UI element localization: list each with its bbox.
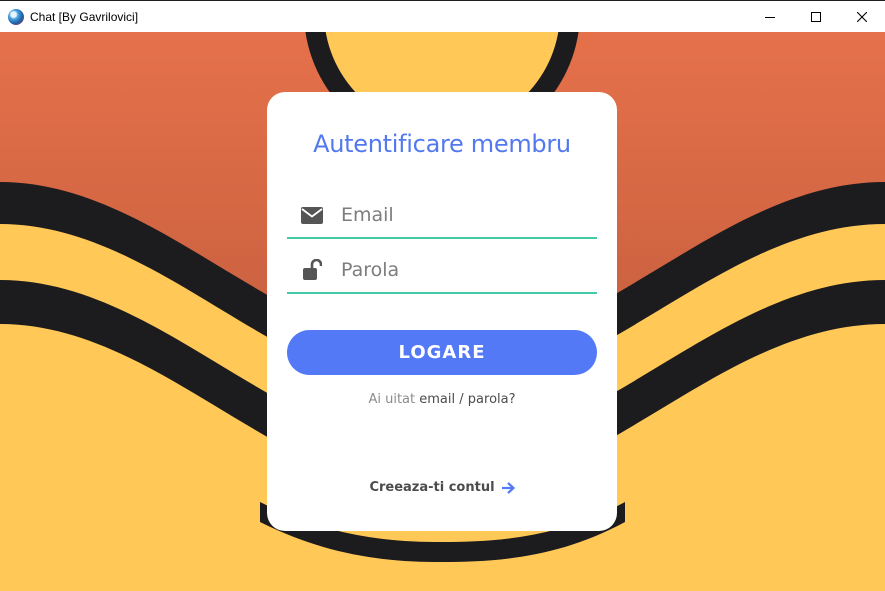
login-card: Autentificare membru LOGARE Ai uitat ema… bbox=[267, 92, 617, 531]
forgot-password-link[interactable]: parola? bbox=[468, 392, 516, 407]
login-button[interactable]: LOGARE bbox=[287, 330, 597, 375]
password-input[interactable] bbox=[341, 259, 581, 281]
maximize-button[interactable] bbox=[793, 1, 839, 32]
window-title: Chat [By Gavrilovici] bbox=[30, 9, 139, 24]
forgot-email-link[interactable]: email bbox=[419, 392, 455, 407]
create-account-link[interactable]: Creeaza-ti contul bbox=[267, 480, 617, 495]
window-controls bbox=[747, 1, 885, 33]
forgot-credentials: Ai uitat email / parola? bbox=[267, 392, 617, 407]
create-account-label: Creeaza-ti contul bbox=[369, 480, 495, 495]
login-heading: Autentificare membru bbox=[313, 130, 571, 158]
window-title-bar: Chat [By Gavrilovici] bbox=[0, 0, 885, 32]
minimize-icon bbox=[765, 16, 775, 18]
unlock-icon bbox=[295, 259, 329, 281]
app-icon bbox=[8, 8, 24, 25]
password-field bbox=[287, 248, 597, 294]
arrow-right-icon bbox=[501, 481, 515, 494]
close-button[interactable] bbox=[839, 1, 885, 32]
forgot-separator: / bbox=[459, 392, 464, 407]
maximize-icon bbox=[811, 11, 821, 22]
close-icon bbox=[857, 11, 867, 22]
email-input[interactable] bbox=[341, 204, 581, 226]
minimize-button[interactable] bbox=[747, 1, 793, 32]
email-field bbox=[287, 193, 597, 239]
envelope-icon bbox=[295, 206, 329, 224]
forgot-prefix: Ai uitat bbox=[368, 392, 416, 407]
